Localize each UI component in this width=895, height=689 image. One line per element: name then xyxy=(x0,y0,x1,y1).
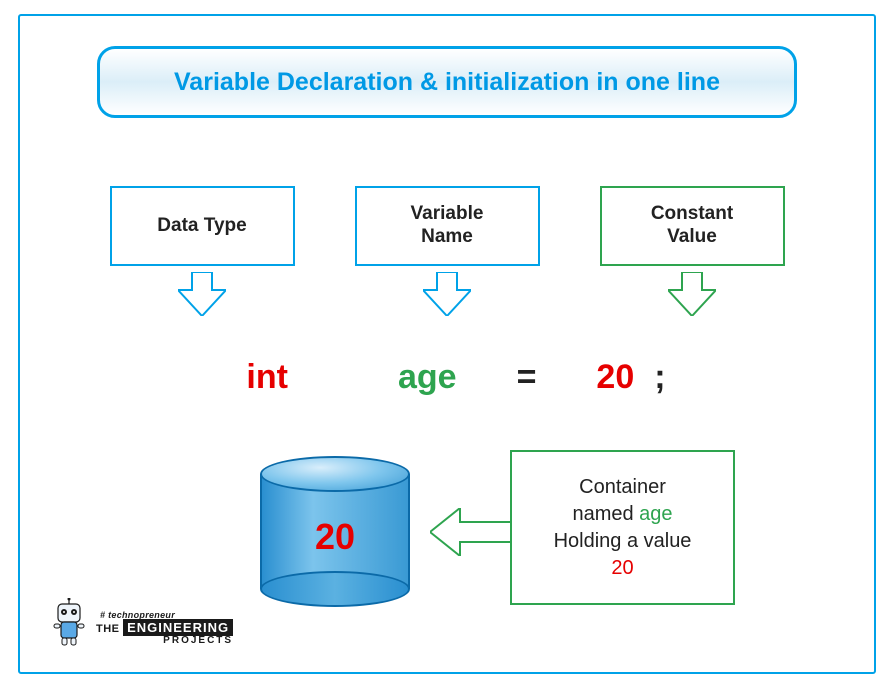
robot-icon xyxy=(48,598,90,646)
explain-value-word: 20 xyxy=(611,555,633,582)
token-identifier: age xyxy=(398,358,457,397)
callout-constval-label: Constant Value xyxy=(651,203,733,249)
callout-constval: Constant Value xyxy=(600,186,785,316)
callout-datatype-box: Data Type xyxy=(110,186,295,266)
explain-line3: Holding a value xyxy=(554,528,692,555)
explain-line2: named age xyxy=(572,501,672,528)
brand-projects: PROJECTS xyxy=(96,636,233,646)
token-value: 20 xyxy=(596,358,634,397)
arrow-down-icon xyxy=(668,272,716,316)
cylinder-top xyxy=(260,456,410,492)
callout-varname-label: Variable Name xyxy=(411,203,484,249)
explain-box: Container named age Holding a value 20 xyxy=(510,450,735,605)
arrow-down-icon xyxy=(178,272,226,316)
token-semicolon: ; xyxy=(654,358,665,397)
brand-engineering: ENGINEERING xyxy=(123,619,233,636)
callout-datatype: Data Type xyxy=(110,186,295,316)
code-line: int age = 20 ; xyxy=(20,358,874,397)
callout-varname-box: Variable Name xyxy=(355,186,540,266)
title-pill: Variable Declaration & initialization in… xyxy=(97,46,797,118)
title-text: Variable Declaration & initialization in… xyxy=(174,68,720,97)
brand-text: # technopreneur THE ENGINEERING PROJECTS xyxy=(96,611,233,646)
brand-logo: # technopreneur THE ENGINEERING PROJECTS xyxy=(48,598,233,646)
brand-the: THE xyxy=(96,623,123,635)
diagram-frame: Variable Declaration & initialization in… xyxy=(18,14,876,674)
cylinder-value: 20 xyxy=(260,516,410,558)
container-cylinder: 20 xyxy=(260,456,410,606)
token-keyword: int xyxy=(246,358,288,397)
callout-datatype-label: Data Type xyxy=(157,215,246,238)
brand-line: THE ENGINEERING xyxy=(96,620,233,636)
token-operator: = xyxy=(517,358,537,397)
callout-row: Data Type Variable Name Constant Value xyxy=(20,186,874,316)
explain-line1: Container xyxy=(579,474,666,501)
explain-line2-pre: named xyxy=(572,503,639,525)
cylinder-bottom xyxy=(260,571,410,607)
arrow-down-icon xyxy=(423,272,471,316)
callout-varname: Variable Name xyxy=(355,186,540,316)
callout-constval-box: Constant Value xyxy=(600,186,785,266)
explain-age-word: age xyxy=(639,503,672,525)
arrow-left-icon xyxy=(430,508,512,556)
